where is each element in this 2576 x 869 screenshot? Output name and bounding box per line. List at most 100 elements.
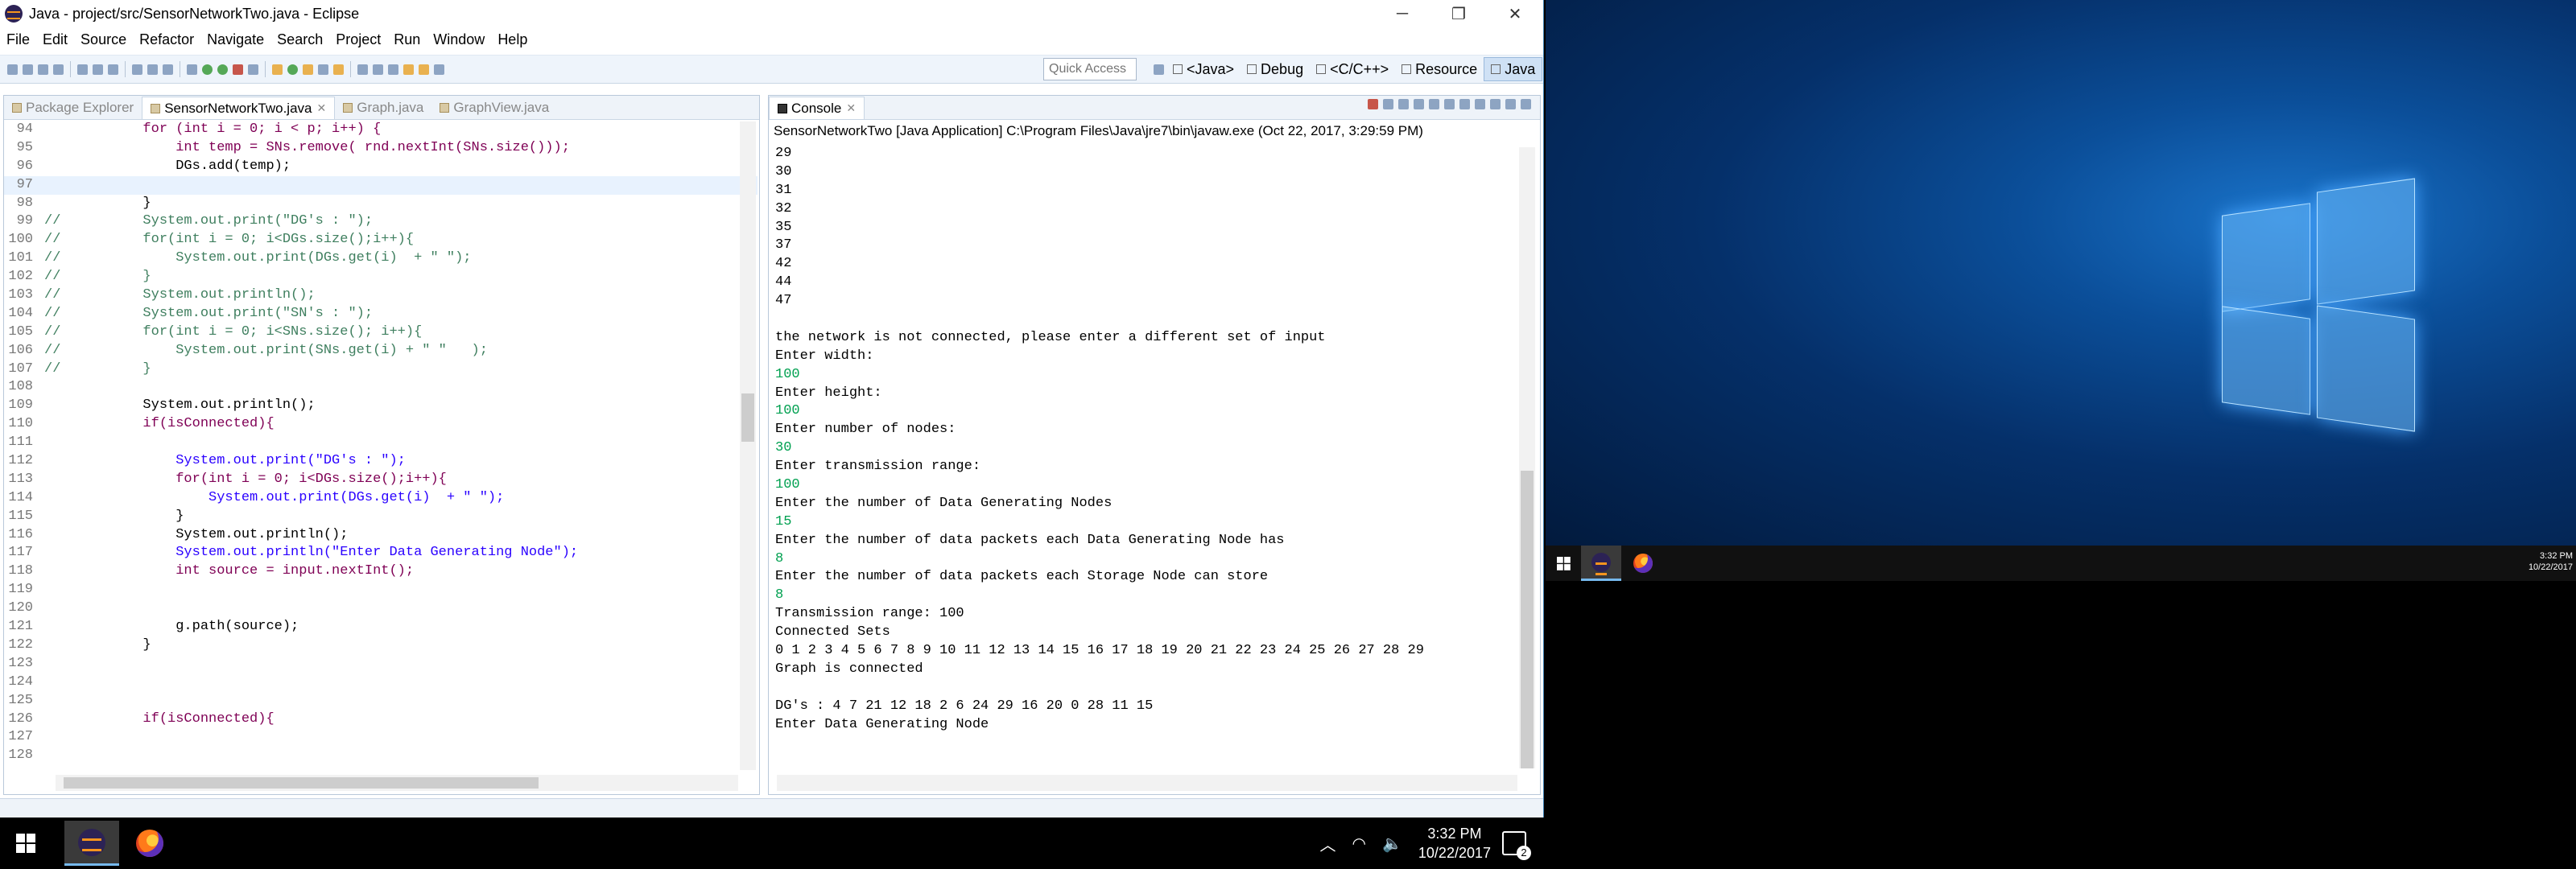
- skip-breakpoints-icon[interactable]: [108, 64, 118, 75]
- code-line[interactable]: 102 // }: [4, 268, 758, 286]
- code-line[interactable]: 119: [4, 581, 758, 599]
- taskbar-eclipse[interactable]: [64, 821, 119, 866]
- menu-refactor[interactable]: Refactor: [133, 31, 200, 48]
- code-line[interactable]: 96 DGs.add(temp);: [4, 158, 758, 176]
- code-line[interactable]: 110 if(isConnected){: [4, 415, 758, 434]
- annotation-prev-icon[interactable]: [373, 64, 383, 75]
- code-line[interactable]: 106 // System.out.print(SNs.get(i) + " " …: [4, 342, 758, 360]
- code-line[interactable]: 122 }: [4, 636, 758, 655]
- run-icon[interactable]: [217, 64, 228, 75]
- perspective-resource[interactable]: Resource: [1395, 57, 1484, 81]
- code-line[interactable]: 116 System.out.println();: [4, 526, 758, 545]
- minimize-button[interactable]: ─: [1374, 0, 1430, 27]
- build-icon[interactable]: [132, 64, 142, 75]
- code-line[interactable]: 123: [4, 655, 758, 673]
- scroll-lock-icon[interactable]: [1429, 99, 1439, 109]
- code-line[interactable]: 118 int source = input.nextInt();: [4, 562, 758, 581]
- back-icon[interactable]: [403, 64, 414, 75]
- scroll-thumb[interactable]: [64, 777, 539, 789]
- title-bar[interactable]: Java - project/src/SensorNetworkTwo.java…: [0, 0, 1543, 27]
- remove-launch-icon[interactable]: [1383, 99, 1393, 109]
- menu-search[interactable]: Search: [270, 31, 329, 48]
- volume-icon[interactable]: 🔈: [1382, 834, 1402, 854]
- code-line[interactable]: 101 // System.out.print(DGs.get(i) + " ")…: [4, 249, 758, 268]
- code-line[interactable]: 127: [4, 728, 758, 747]
- code-line[interactable]: 108: [4, 378, 758, 397]
- save-all-icon[interactable]: [53, 64, 64, 75]
- code-line[interactable]: 105 // for(int i = 0; i<SNs.size(); i++){: [4, 323, 758, 342]
- menu-window[interactable]: Window: [427, 31, 491, 48]
- code-line[interactable]: 95 int temp = SNs.remove( rnd.nextInt(SN…: [4, 139, 758, 158]
- windows-start-icon[interactable]: [1557, 557, 1571, 570]
- code-line[interactable]: 109 System.out.println();: [4, 397, 758, 415]
- remove-all-icon[interactable]: [1398, 99, 1409, 109]
- close-button[interactable]: ✕: [1487, 0, 1543, 27]
- perspective-java[interactable]: Java: [1484, 57, 1543, 81]
- new-class-icon[interactable]: [287, 64, 298, 75]
- code-line[interactable]: 117 System.out.println("Enter Data Gener…: [4, 544, 758, 562]
- tab-package-explorer[interactable]: Package Explorer: [4, 97, 142, 119]
- code-line[interactable]: 124: [4, 673, 758, 692]
- open-perspective-icon[interactable]: [1154, 64, 1164, 75]
- menu-navigate[interactable]: Navigate: [200, 31, 270, 48]
- menu-source[interactable]: Source: [74, 31, 133, 48]
- open-type-icon[interactable]: [303, 64, 313, 75]
- search-icon[interactable]: [333, 64, 344, 75]
- notification-center-icon[interactable]: 2: [1502, 831, 1531, 860]
- pin-icon[interactable]: [434, 64, 444, 75]
- chevron-up-icon[interactable]: ︿: [1320, 832, 1336, 855]
- settings-icon[interactable]: [187, 64, 197, 75]
- external-tools-icon[interactable]: [248, 64, 258, 75]
- code-line[interactable]: 107 // }: [4, 360, 758, 379]
- toggle-mark-icon[interactable]: [93, 64, 103, 75]
- code-line[interactable]: 111: [4, 434, 758, 452]
- save-icon[interactable]: [38, 64, 48, 75]
- code-line[interactable]: 103 // System.out.println();: [4, 286, 758, 305]
- task-icon[interactable]: [163, 64, 173, 75]
- menu-help[interactable]: Help: [491, 31, 534, 48]
- code-line[interactable]: 113 for(int i = 0; i<DGs.size();i++){: [4, 471, 758, 489]
- open-icon[interactable]: [23, 64, 33, 75]
- perspective-java-alt[interactable]: <Java>: [1166, 57, 1241, 81]
- restore-button[interactable]: ❐: [1430, 0, 1487, 27]
- code-line[interactable]: 120: [4, 599, 758, 618]
- menu-project[interactable]: Project: [329, 31, 387, 48]
- close-tab-icon[interactable]: ✕: [846, 101, 856, 115]
- tab-console[interactable]: Console ✕: [769, 97, 865, 119]
- tab-sensornetworktwo[interactable]: SensorNetworkTwo.java ✕: [142, 97, 336, 119]
- last-edit-icon[interactable]: [388, 64, 398, 75]
- taskbar-firefox[interactable]: [1623, 546, 1663, 581]
- clock[interactable]: 3:32 PM 10/22/2017: [1418, 824, 1491, 863]
- code-line[interactable]: 94 for (int i = 0; i < p; i++) {: [4, 121, 758, 139]
- coverage-icon[interactable]: [233, 64, 243, 75]
- console-horizontal-scrollbar[interactable]: [777, 775, 1517, 791]
- windows-start-icon[interactable]: [16, 834, 35, 853]
- code-line[interactable]: 97: [4, 175, 758, 195]
- console-output[interactable]: 29 30 31 32 35 37 42 44 47 the network is not con…: [775, 145, 1500, 764]
- console-vertical-scrollbar[interactable]: [1519, 147, 1535, 768]
- taskbar-eclipse[interactable]: [1581, 546, 1621, 581]
- perspective-debug[interactable]: Debug: [1241, 57, 1310, 81]
- editor-horizontal-scrollbar[interactable]: [56, 775, 738, 791]
- menu-edit[interactable]: Edit: [36, 31, 74, 48]
- editor-vertical-scrollbar[interactable]: [740, 121, 756, 770]
- debug-icon[interactable]: [202, 64, 213, 75]
- code-line[interactable]: 100 // for(int i = 0; i<DGs.size();i++){: [4, 231, 758, 249]
- clear-console-icon[interactable]: [1414, 99, 1424, 109]
- annotation-next-icon[interactable]: [357, 64, 368, 75]
- code-line[interactable]: 126 if(isConnected){: [4, 710, 758, 729]
- terminal-icon[interactable]: [147, 64, 158, 75]
- display-console-icon[interactable]: [1475, 99, 1485, 109]
- pin-console-icon[interactable]: [1459, 99, 1470, 109]
- scroll-thumb[interactable]: [741, 393, 754, 442]
- code-line[interactable]: 114 System.out.print(DGs.get(i) + " ");: [4, 489, 758, 508]
- maximize-view-icon[interactable]: [1521, 99, 1531, 109]
- print-icon[interactable]: [77, 64, 88, 75]
- code-line[interactable]: 121 g.path(source);: [4, 618, 758, 636]
- perspective-cpp[interactable]: <C/C++>: [1310, 57, 1395, 81]
- tab-graphview[interactable]: GraphView.java: [431, 97, 557, 119]
- open-task-icon[interactable]: [318, 64, 328, 75]
- minimize-view-icon[interactable]: [1505, 99, 1516, 109]
- code-line[interactable]: 115 }: [4, 508, 758, 526]
- menu-file[interactable]: File: [0, 31, 36, 48]
